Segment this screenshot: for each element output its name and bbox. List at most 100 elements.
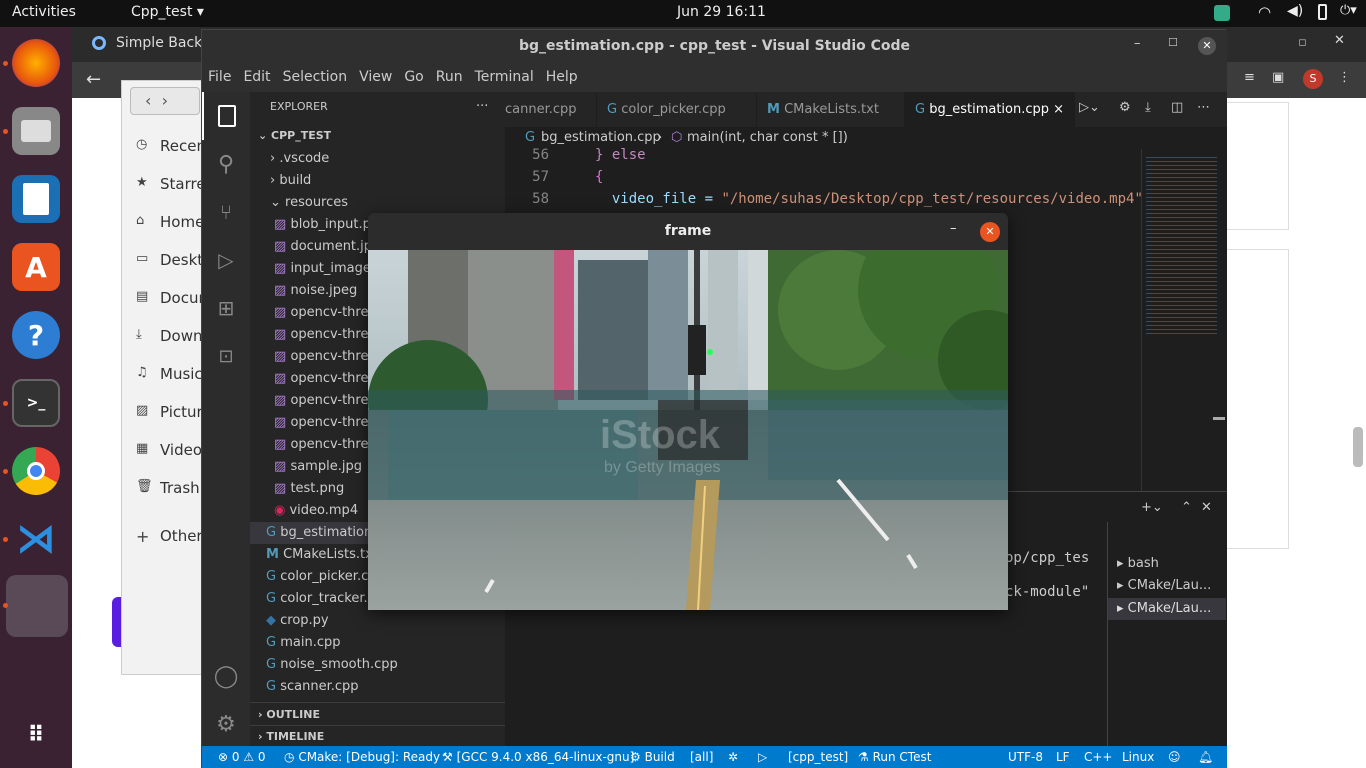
terminal-session[interactable]: ▸ bash bbox=[1117, 556, 1159, 571]
battery-icon[interactable] bbox=[1318, 4, 1327, 20]
file-item[interactable]: ▨ blob_input.p bbox=[274, 214, 371, 236]
gear-icon[interactable]: ⚙ bbox=[1119, 100, 1131, 115]
firefox-icon[interactable] bbox=[12, 39, 60, 87]
minimize-icon[interactable]: – bbox=[1134, 36, 1141, 51]
maximize-icon[interactable]: ☐ bbox=[1168, 36, 1178, 49]
scrollbar[interactable] bbox=[1353, 427, 1363, 467]
folder-item[interactable]: ⌄ resources bbox=[270, 192, 348, 214]
maximize-panel-icon[interactable]: ⌃ bbox=[1181, 500, 1192, 515]
ctest-button[interactable]: ⚗ Run CTest bbox=[858, 746, 931, 768]
encoding-status[interactable]: UTF-8 bbox=[1008, 746, 1043, 768]
frame-window-icon[interactable] bbox=[6, 575, 68, 637]
file-item[interactable]: G main.cpp bbox=[266, 632, 340, 654]
software-icon[interactable]: A bbox=[12, 243, 60, 291]
history-nav[interactable]: ‹ › bbox=[130, 87, 200, 115]
file-item[interactable]: ▨ test.png bbox=[274, 478, 344, 500]
eol-status[interactable]: LF bbox=[1056, 746, 1070, 768]
problems-status[interactable]: ⊗ 0 ⚠ 0 bbox=[218, 746, 266, 768]
scrollbar[interactable] bbox=[1213, 417, 1225, 420]
minimap[interactable] bbox=[1141, 149, 1221, 491]
file-item[interactable]: ▨ opencv-thres bbox=[274, 324, 375, 346]
file-item[interactable]: G scanner.cpp bbox=[266, 676, 359, 698]
vscode-icon[interactable]: ⋊ bbox=[12, 515, 60, 563]
timeline-section[interactable]: › TIMELINE bbox=[258, 726, 324, 748]
menu-help[interactable]: Help bbox=[540, 62, 584, 92]
clock[interactable]: Jun 29 16:11 bbox=[677, 4, 766, 20]
file-item[interactable]: G noise_smooth.cpp bbox=[266, 654, 398, 676]
kebab-menu-icon[interactable]: ⋮ bbox=[1338, 70, 1351, 85]
file-item[interactable]: ◉ video.mp4 bbox=[274, 500, 358, 522]
sidepanel-icon[interactable]: ▣ bbox=[1272, 70, 1284, 85]
file-item[interactable]: ▨ sample.jpg bbox=[274, 456, 362, 478]
close-icon[interactable]: ✕ bbox=[1334, 33, 1345, 48]
file-item[interactable]: ▨ noise.jpeg bbox=[274, 280, 357, 302]
more-actions-icon[interactable]: ··· bbox=[476, 96, 488, 118]
volume-icon[interactable]: ◀) bbox=[1287, 3, 1303, 19]
account-icon[interactable]: ◯ bbox=[202, 652, 250, 700]
files-icon[interactable] bbox=[12, 107, 60, 155]
feedback-icon[interactable]: ☺ bbox=[1168, 746, 1181, 768]
terminal-session[interactable]: ▸ CMake/Lau... bbox=[1117, 578, 1211, 593]
terminal-session[interactable]: ▸ CMake/Lau... bbox=[1117, 601, 1211, 616]
wifi-icon[interactable]: ◠ bbox=[1258, 3, 1271, 21]
file-item[interactable]: G color_tracker.c bbox=[266, 588, 375, 610]
explorer-icon[interactable] bbox=[202, 92, 250, 140]
place-item[interactable]: Video bbox=[160, 441, 202, 459]
writer-icon[interactable] bbox=[12, 175, 60, 223]
kit-status[interactable]: ⚒ [GCC 9.4.0 x86_64-linux-gnu] bbox=[442, 746, 634, 768]
folder-item[interactable]: › .vscode bbox=[270, 148, 329, 170]
breadcrumb-file[interactable]: bg_estimation.cpp bbox=[541, 127, 661, 149]
compare-icon[interactable]: ⤓ bbox=[1145, 100, 1151, 115]
more-actions-icon[interactable]: ⋯ bbox=[1197, 100, 1210, 115]
tab-scanner[interactable]: canner.cpp bbox=[505, 92, 597, 127]
file-item[interactable]: M CMakeLists.txt bbox=[266, 544, 378, 566]
menu-selection[interactable]: Selection bbox=[277, 62, 354, 92]
place-item[interactable]: Recen bbox=[160, 137, 206, 155]
file-item[interactable]: ▨ document.jpg bbox=[274, 236, 380, 258]
close-button[interactable]: ✕ bbox=[980, 222, 1000, 242]
split-editor-icon[interactable]: ◫ bbox=[1171, 100, 1183, 115]
file-item[interactable]: ▨ opencv-thres bbox=[274, 390, 375, 412]
run-debug-icon[interactable]: ▷ bbox=[202, 236, 250, 284]
tab-cmakelists[interactable]: M CMakeLists.txt bbox=[757, 92, 905, 127]
close-icon[interactable]: ✕ bbox=[1198, 37, 1216, 55]
file-item[interactable]: G color_picker.cp bbox=[266, 566, 377, 588]
power-icon[interactable]: ⏻▾ bbox=[1340, 3, 1357, 18]
tray-icon[interactable] bbox=[1214, 5, 1230, 21]
terminal-icon[interactable]: >_ bbox=[12, 379, 60, 427]
tab-color-picker[interactable]: G color_picker.cpp bbox=[597, 92, 757, 127]
debug-icon[interactable]: ✲ bbox=[728, 746, 738, 768]
file-item[interactable]: ▨ input_image. bbox=[274, 258, 375, 280]
place-item[interactable]: Trash bbox=[160, 479, 200, 497]
place-item[interactable]: Pictur bbox=[160, 403, 203, 421]
os-status[interactable]: Linux bbox=[1122, 746, 1154, 768]
build-button[interactable]: ⚙ Build bbox=[630, 746, 675, 768]
run-code-icon[interactable]: ▷⌄ bbox=[1079, 100, 1100, 115]
minimize-button[interactable]: – bbox=[950, 221, 957, 236]
menu-view[interactable]: View bbox=[353, 62, 398, 92]
place-item[interactable]: Home bbox=[160, 213, 204, 231]
search-icon[interactable]: ⚲ bbox=[202, 140, 250, 188]
help-icon[interactable]: ? bbox=[12, 311, 60, 359]
place-item[interactable]: Starre bbox=[160, 175, 206, 193]
back-icon[interactable]: ← bbox=[86, 69, 101, 90]
place-item[interactable]: Other bbox=[160, 527, 203, 545]
app-grid-icon[interactable]: ⠿ bbox=[12, 711, 60, 759]
file-item[interactable]: ▨ opencv-thres bbox=[274, 346, 375, 368]
menu-run[interactable]: Run bbox=[430, 62, 469, 92]
file-item[interactable]: ▨ opencv-thres bbox=[274, 368, 375, 390]
tab-bg-estimation[interactable]: G bg_estimation.cpp × bbox=[905, 92, 1075, 127]
activities-button[interactable]: Activities bbox=[12, 4, 76, 20]
gear-icon[interactable]: ⚙ bbox=[202, 700, 250, 748]
project-status[interactable]: [cpp_test] bbox=[788, 746, 848, 768]
language-status[interactable]: C++ bbox=[1084, 746, 1113, 768]
close-panel-icon[interactable]: ✕ bbox=[1201, 500, 1212, 515]
cmake-status[interactable]: ◷ CMake: [Debug]: Ready bbox=[284, 746, 440, 768]
menu-file[interactable]: File bbox=[202, 62, 237, 92]
source-control-icon[interactable]: ⑂ bbox=[202, 188, 250, 236]
place-item[interactable]: Deskt bbox=[160, 251, 203, 269]
folder-item[interactable]: › build bbox=[270, 170, 311, 192]
restore-icon[interactable]: ▫ bbox=[1298, 35, 1307, 50]
file-item[interactable]: ▨ opencv-thres bbox=[274, 412, 375, 434]
file-item[interactable]: ◆ crop.py bbox=[266, 610, 329, 632]
